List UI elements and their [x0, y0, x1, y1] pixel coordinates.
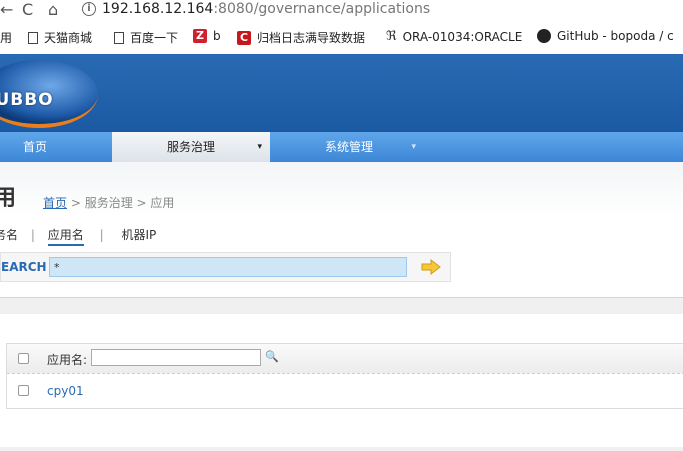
- main-menu: 首页 服务治理 ▾ 系统管理 ▾: [0, 132, 683, 162]
- menu-governance-label: 服务治理: [166, 140, 215, 154]
- bookmark-github[interactable]: GitHub - bopoda / c: [537, 29, 674, 43]
- tab-service-name[interactable]: 务名: [0, 228, 18, 242]
- applications-table: 应用名: 🔍 cpy01: [6, 343, 683, 409]
- zhihu-icon: Z: [193, 29, 207, 43]
- menu-home[interactable]: 首页: [0, 132, 70, 162]
- url-host: 192.168.12.164: [102, 1, 214, 17]
- page-icon: [28, 31, 38, 44]
- url-text[interactable]: 192.168.12.164:8080/governance/applicati…: [102, 1, 430, 17]
- bookmark-label: 用: [0, 31, 13, 45]
- breadcrumb-rest: > 服务治理 > 应用: [67, 196, 175, 210]
- section-band: [0, 298, 683, 314]
- tab-app-name[interactable]: 应用名: [47, 228, 84, 246]
- search-panel: EARCH: [0, 252, 451, 282]
- bookmark-tmall[interactable]: 天猫商城: [28, 29, 92, 46]
- url-path: :8080/governance/applications: [213, 1, 431, 17]
- bookmark-label: 归档日志满导致数据: [257, 31, 366, 45]
- page-title: 用: [0, 186, 17, 211]
- select-all-checkbox[interactable]: [18, 353, 29, 364]
- search-icon[interactable]: 🔍: [265, 350, 279, 363]
- breadcrumb: 首页 > 服务治理 > 应用: [43, 194, 174, 211]
- csdn-icon: C: [237, 30, 251, 45]
- bookmark-zhihu[interactable]: Zb: [193, 29, 221, 43]
- tab-separator: |: [99, 228, 104, 242]
- search-go-icon[interactable]: [421, 259, 441, 275]
- app-name-link[interactable]: cpy01: [47, 384, 84, 398]
- tab-machine-ip[interactable]: 机器IP: [121, 228, 156, 242]
- logo-text: OUBBO: [0, 90, 54, 110]
- bookmark-baidu[interactable]: 百度一下: [114, 29, 178, 46]
- row-checkbox[interactable]: [18, 385, 29, 396]
- page-icon: [114, 31, 124, 44]
- tab-separator: |: [30, 228, 35, 242]
- bookmark-oracle[interactable]: ℜ ORA-01034:ORACLE: [386, 29, 522, 44]
- search-tabs: 务名 | 应用名 | 机器IP: [0, 226, 156, 246]
- column-header-app-name: 应用名:: [47, 353, 88, 367]
- bookmark-csdn[interactable]: C 归档日志满导致数据: [237, 29, 365, 46]
- bookmark-label: 百度一下: [130, 31, 179, 45]
- search-input[interactable]: [49, 257, 407, 277]
- bookmark-label: GitHub - bopoda / c: [557, 29, 674, 43]
- footer-band: [0, 447, 683, 451]
- app-filter-input[interactable]: [91, 349, 261, 366]
- bookmarks-bar: 用 天猫商城 百度一下 Zb C 归档日志满导致数据 ℜ ORA-01034:ORA…: [0, 28, 683, 50]
- breadcrumb-home-link[interactable]: 首页: [43, 196, 67, 210]
- search-label: EARCH: [1, 260, 47, 274]
- bookmark-label: 天猫商城: [44, 31, 93, 45]
- bookmark-label: ORA-01034:ORACLE: [402, 29, 523, 44]
- github-icon: [537, 29, 551, 43]
- bookmark-apps[interactable]: 用: [0, 29, 12, 46]
- menu-system[interactable]: 系统管理 ▾: [270, 132, 428, 162]
- oracle-icon: ℜ: [386, 29, 397, 44]
- menu-governance[interactable]: 服务治理 ▾: [112, 132, 270, 162]
- bookmark-label: b: [213, 29, 221, 43]
- site-info-icon[interactable]: i: [82, 2, 96, 16]
- app-header: OUBBO: [0, 54, 683, 132]
- chevron-down-icon: ▾: [257, 142, 262, 152]
- table-header: 应用名: 🔍: [7, 344, 683, 374]
- reload-icon[interactable]: C: [22, 1, 33, 19]
- menu-system-label: 系统管理: [324, 140, 373, 154]
- back-icon[interactable]: ←: [0, 1, 13, 19]
- chevron-down-icon: ▾: [411, 142, 416, 152]
- home-icon[interactable]: ⌂: [48, 1, 58, 19]
- address-bar: ← C ⌂ i 192.168.12.164:8080/governance/a…: [0, 0, 683, 20]
- dubbo-logo[interactable]: OUBBO: [0, 60, 98, 128]
